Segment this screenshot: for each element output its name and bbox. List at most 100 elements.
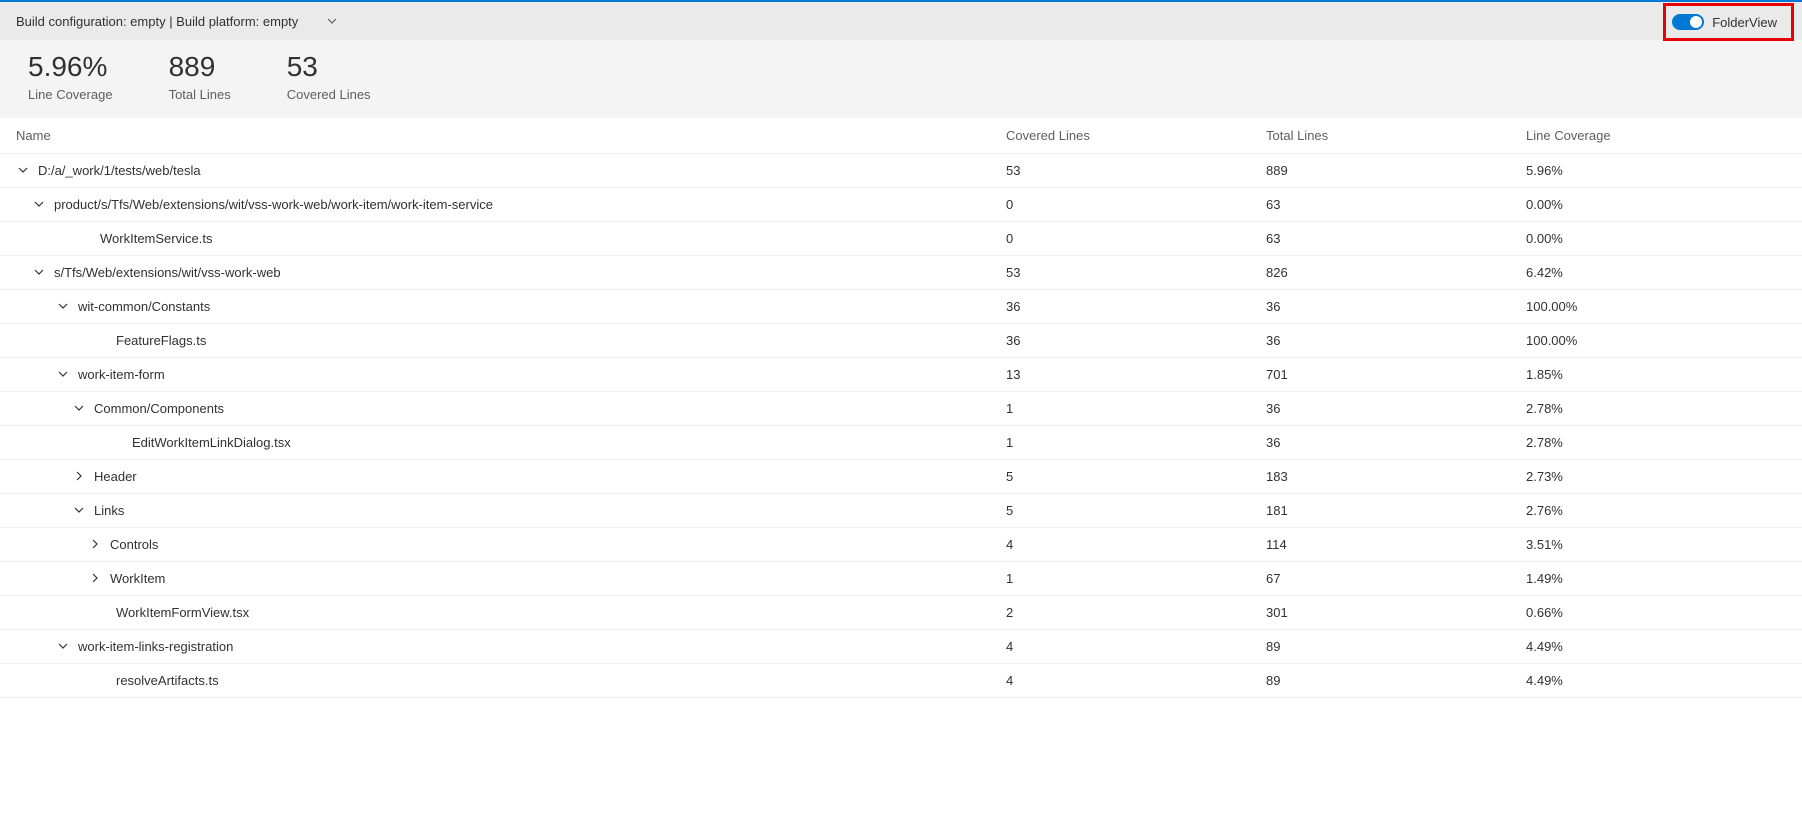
- row-covered: 1: [1006, 571, 1266, 586]
- table-row[interactable]: WorkItem 1671.49%: [0, 562, 1802, 596]
- table-row[interactable]: product/s/Tfs/Web/extensions/wit/vss-wor…: [0, 188, 1802, 222]
- row-covered: 5: [1006, 503, 1266, 518]
- row-name: FeatureFlags.ts: [116, 333, 206, 348]
- chevron-down-icon[interactable]: [56, 369, 70, 379]
- row-covered: 53: [1006, 163, 1266, 178]
- row-name-cell: WorkItem: [16, 571, 1006, 586]
- row-name-cell: Common/Components: [16, 401, 1006, 416]
- row-name-cell: WorkItemFormView.tsx: [16, 605, 1006, 620]
- row-total: 63: [1266, 231, 1526, 246]
- folderview-toggle[interactable]: [1672, 14, 1704, 30]
- row-line-coverage: 4.49%: [1526, 673, 1786, 688]
- row-line-coverage: 6.42%: [1526, 265, 1786, 280]
- row-name: WorkItem: [110, 571, 165, 586]
- row-name: s/Tfs/Web/extensions/wit/vss-work-web: [54, 265, 281, 280]
- row-name: wit-common/Constants: [78, 299, 210, 314]
- row-name: work-item-form: [78, 367, 165, 382]
- metric-value: 889: [169, 52, 231, 83]
- row-name-cell: wit-common/Constants: [16, 299, 1006, 314]
- row-name-cell: work-item-form: [16, 367, 1006, 382]
- col-header-name[interactable]: Name: [16, 128, 1006, 143]
- row-name: Links: [94, 503, 124, 518]
- table-row[interactable]: resolveArtifacts.ts4894.49%: [0, 664, 1802, 698]
- col-header-total[interactable]: Total Lines: [1266, 128, 1526, 143]
- chevron-down-icon[interactable]: [32, 199, 46, 209]
- row-name: Header: [94, 469, 137, 484]
- chevron-down-icon[interactable]: [326, 15, 338, 27]
- row-name-cell: s/Tfs/Web/extensions/wit/vss-work-web: [16, 265, 1006, 280]
- table-row[interactable]: FeatureFlags.ts3636100.00%: [0, 324, 1802, 358]
- row-line-coverage: 1.49%: [1526, 571, 1786, 586]
- table-row[interactable]: Header51832.73%: [0, 460, 1802, 494]
- table-row[interactable]: Links 51812.76%: [0, 494, 1802, 528]
- metric-value: 5.96%: [28, 52, 113, 83]
- row-covered: 4: [1006, 639, 1266, 654]
- row-name: D:/a/_work/1/tests/web/tesla: [38, 163, 201, 178]
- row-covered: 36: [1006, 333, 1266, 348]
- table-row[interactable]: WorkItemFormView.tsx23010.66%: [0, 596, 1802, 630]
- table-row[interactable]: s/Tfs/Web/extensions/wit/vss-work-web 538…: [0, 256, 1802, 290]
- table-row[interactable]: work-item-links-registration4894.49%: [0, 630, 1802, 664]
- metric-total-lines: 889 Total Lines: [169, 52, 231, 102]
- row-line-coverage: 0.66%: [1526, 605, 1786, 620]
- row-line-coverage: 0.00%: [1526, 231, 1786, 246]
- chevron-right-icon[interactable]: [88, 573, 102, 583]
- chevron-right-icon[interactable]: [88, 539, 102, 549]
- row-name-cell: Header: [16, 469, 1006, 484]
- metric-label: Total Lines: [169, 87, 231, 102]
- row-total: 114: [1266, 537, 1526, 552]
- row-name: work-item-links-registration: [78, 639, 233, 654]
- row-total: 826: [1266, 265, 1526, 280]
- table-row[interactable]: work-item-form137011.85%: [0, 358, 1802, 392]
- chevron-down-icon[interactable]: [32, 267, 46, 277]
- row-covered: 1: [1006, 401, 1266, 416]
- table-row[interactable]: D:/a/_work/1/tests/web/tesla538895.96%: [0, 154, 1802, 188]
- table-row[interactable]: Controls41143.51%: [0, 528, 1802, 562]
- build-config-breadcrumb: Build configuration: empty | Build platf…: [16, 14, 298, 29]
- chevron-down-icon[interactable]: [16, 165, 30, 175]
- row-name: WorkItemService.ts: [100, 231, 212, 246]
- table-row[interactable]: WorkItemService.ts0630.00%: [0, 222, 1802, 256]
- chevron-down-icon[interactable]: [56, 641, 70, 651]
- table-row[interactable]: EditWorkItemLinkDialog.tsx1362.78%: [0, 426, 1802, 460]
- table-row[interactable]: Common/Components1362.78%: [0, 392, 1802, 426]
- chevron-right-icon[interactable]: [72, 471, 86, 481]
- row-total: 36: [1266, 333, 1526, 348]
- table-row[interactable]: wit-common/Constants3636100.00%: [0, 290, 1802, 324]
- metric-label: Covered Lines: [287, 87, 371, 102]
- row-total: 67: [1266, 571, 1526, 586]
- col-header-lc[interactable]: Line Coverage: [1526, 128, 1786, 143]
- row-line-coverage: 100.00%: [1526, 333, 1786, 348]
- chevron-down-icon[interactable]: [72, 403, 86, 413]
- row-name-cell: work-item-links-registration: [16, 639, 1006, 654]
- row-covered: 4: [1006, 537, 1266, 552]
- row-total: 889: [1266, 163, 1526, 178]
- chevron-down-icon[interactable]: [56, 301, 70, 311]
- row-name-cell: product/s/Tfs/Web/extensions/wit/vss-wor…: [16, 197, 1006, 212]
- chevron-down-icon[interactable]: [72, 505, 86, 515]
- row-total: 181: [1266, 503, 1526, 518]
- metric-value: 53: [287, 52, 371, 83]
- row-line-coverage: 0.00%: [1526, 197, 1786, 212]
- row-line-coverage: 1.85%: [1526, 367, 1786, 382]
- row-total: 183: [1266, 469, 1526, 484]
- row-name: WorkItemFormView.tsx: [116, 605, 249, 620]
- row-name-cell: FeatureFlags.ts: [16, 333, 1006, 348]
- row-line-coverage: 2.78%: [1526, 435, 1786, 450]
- col-header-covered[interactable]: Covered Lines: [1006, 128, 1266, 143]
- row-line-coverage: 3.51%: [1526, 537, 1786, 552]
- row-covered: 53: [1006, 265, 1266, 280]
- row-total: 63: [1266, 197, 1526, 212]
- row-name: Common/Components: [94, 401, 224, 416]
- row-name-cell: WorkItemService.ts: [16, 231, 1006, 246]
- row-total: 301: [1266, 605, 1526, 620]
- row-covered: 4: [1006, 673, 1266, 688]
- row-name-cell: D:/a/_work/1/tests/web/tesla: [16, 163, 1006, 178]
- metric-covered-lines: 53 Covered Lines: [287, 52, 371, 102]
- coverage-table-body: D:/a/_work/1/tests/web/tesla538895.96%pr…: [0, 154, 1802, 698]
- row-total: 89: [1266, 673, 1526, 688]
- row-covered: 0: [1006, 197, 1266, 212]
- row-line-coverage: 2.76%: [1526, 503, 1786, 518]
- row-total: 36: [1266, 435, 1526, 450]
- row-total: 36: [1266, 401, 1526, 416]
